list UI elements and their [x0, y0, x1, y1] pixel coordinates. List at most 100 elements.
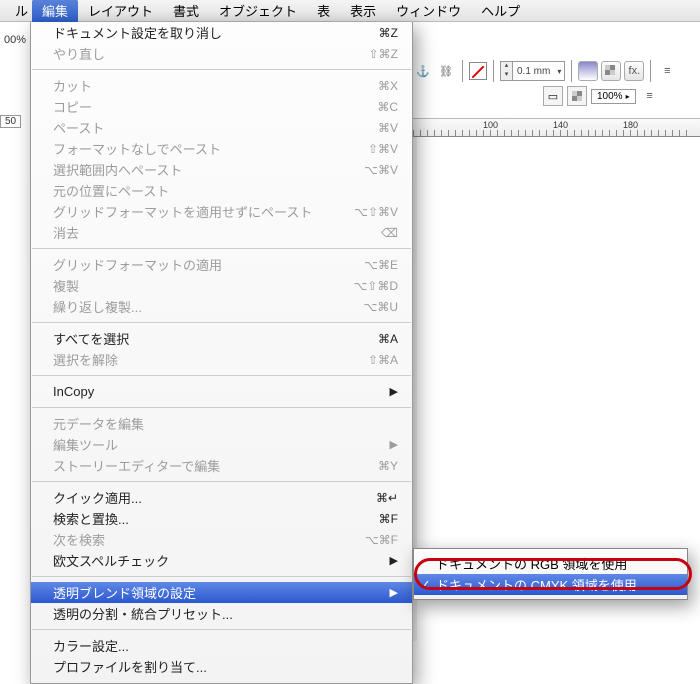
menu-shortcut: ⌥⌘U	[364, 300, 399, 314]
check-icon: ✓	[420, 577, 431, 593]
menu-item-label: 透明の分割・統合プリセット...	[53, 604, 398, 623]
menu-item[interactable]: 欧文スペルチェック ▶	[31, 550, 412, 571]
menu-item[interactable]: 検索と置換...⌘F	[31, 508, 412, 529]
menu-shortcut: ⇧⌘V	[368, 142, 398, 156]
menu-shortcut: ⇧⌘A	[368, 353, 398, 367]
menu-item: ペースト⌘V	[31, 117, 412, 138]
screen-mode-icon[interactable]: ▭	[543, 86, 563, 106]
menubar-tab-object[interactable]: オブジェクト	[209, 0, 307, 22]
options-bar-2: ▭ 100%▸ ≡	[543, 86, 660, 106]
menu-shortcut: ⌘F	[379, 512, 398, 526]
fill-swatch[interactable]	[469, 62, 487, 80]
menu-divider	[32, 69, 411, 70]
menu-item-label: カット	[53, 76, 378, 95]
gradient-icon[interactable]	[578, 61, 598, 81]
menubar-tab-table[interactable]: 表	[307, 0, 340, 22]
menu-item[interactable]: ドキュメント設定を取り消し⌘Z	[31, 22, 412, 43]
menubar-tab-window[interactable]: ウィンドウ	[386, 0, 471, 22]
menubar-tab-layout[interactable]: レイアウト	[78, 0, 163, 22]
fx-button[interactable]: fx.	[624, 61, 644, 81]
pattern-icon[interactable]	[601, 61, 621, 81]
edit-menu-dropdown: ドキュメント設定を取り消し⌘Zやり直し⇧⌘Zカット⌘Xコピー⌘Cペースト⌘Vフォ…	[30, 22, 413, 684]
panel-toggle-icon[interactable]: ≡	[640, 86, 660, 106]
transparency-blend-submenu: ドキュメントの RGB 領域を使用 ✓ ドキュメントの CMYK 領域を使用	[413, 548, 688, 600]
menu-shortcut: ⇧⌘Z	[369, 47, 398, 61]
menu-shortcut: ⌘C	[377, 100, 398, 114]
menu-item-label: プロファイルを割り当て...	[53, 657, 398, 676]
opacity-field[interactable]: 100%▸	[591, 89, 636, 104]
panel-menu-icon[interactable]: ≡	[657, 61, 677, 81]
menu-item[interactable]: カラー設定...	[31, 635, 412, 656]
horizontal-ruler: 100 140 180	[413, 118, 700, 137]
menu-item: 元の位置にペースト	[31, 180, 412, 201]
menubar-tab-edit[interactable]: 編集	[32, 0, 78, 22]
menu-item[interactable]: クイック適用...⌘↵	[31, 487, 412, 508]
menu-shortcut: ⌘X	[378, 79, 398, 93]
menu-item: コピー⌘C	[31, 96, 412, 117]
menu-shortcut: ⌥⇧⌘D	[353, 279, 398, 293]
stroke-weight-value: 0.1 mm	[513, 66, 554, 77]
menubar-tab-help[interactable]: ヘルプ	[471, 0, 530, 22]
menu-item: カット⌘X	[31, 75, 412, 96]
anchor-icon[interactable]: ⚓	[413, 61, 433, 81]
menu-shortcut: ⌫	[381, 226, 398, 240]
menu-item-label: 次を検索	[53, 530, 365, 549]
menu-item: 選択を解除⇧⌘A	[31, 349, 412, 370]
submenu-arrow-icon: ▶	[390, 554, 398, 567]
submenu-item[interactable]: ✓ ドキュメントの CMYK 領域を使用	[414, 574, 687, 595]
menu-item[interactable]: InCopy▶	[31, 381, 412, 402]
menubar-tab-format[interactable]: 書式	[163, 0, 209, 22]
menu-item[interactable]: すべてを選択⌘A	[31, 328, 412, 349]
menubar-tab-view[interactable]: 表示	[340, 0, 386, 22]
menu-item-label: カラー設定...	[53, 636, 398, 655]
submenu-arrow-icon: ▶	[390, 385, 398, 398]
menu-item: 複製⌥⇧⌘D	[31, 275, 412, 296]
menu-item: ストーリーエディターで編集⌘Y	[31, 455, 412, 476]
menu-shortcut: ⌥⌘V	[364, 163, 398, 177]
menu-item: やり直し⇧⌘Z	[31, 43, 412, 64]
menu-item-label: 選択を解除	[53, 350, 368, 369]
menu-shortcut: ⌥⌘E	[364, 258, 398, 272]
menu-divider	[32, 322, 411, 323]
submenu-arrow-icon: ▶	[390, 586, 398, 599]
menu-item[interactable]: プロファイルを割り当て...	[31, 656, 412, 677]
menu-item-label: 繰り返し複製...	[53, 297, 364, 316]
menu-item-label: 複製	[53, 276, 353, 295]
menu-item-label: グリッドフォーマットを適用せずにペースト	[53, 202, 354, 221]
menu-divider	[32, 576, 411, 577]
menu-item: 次を検索⌥⌘F	[31, 529, 412, 550]
menu-item-label: 消去	[53, 223, 381, 242]
menu-divider	[32, 407, 411, 408]
options-bar: ⚓ ⛓ ▴▾ 0.1 mm ▾ fx. ≡	[413, 60, 677, 82]
menu-divider	[32, 248, 411, 249]
menu-item: 消去⌫	[31, 222, 412, 243]
menu-item-label: 欧文スペルチェック	[53, 551, 386, 570]
menubar: ル 編集 レイアウト 書式 オブジェクト 表 表示 ウィンドウ ヘルプ	[0, 0, 700, 22]
menu-item-label: コピー	[53, 97, 377, 116]
left-number-field[interactable]: 50	[0, 115, 21, 128]
menu-item-label: ドキュメント設定を取り消し	[53, 23, 379, 42]
menu-shortcut: ⌘Y	[378, 459, 398, 473]
menu-item-label: クイック適用...	[53, 488, 376, 507]
menu-item-label: 元の位置にペースト	[53, 181, 398, 200]
chain-link-icon[interactable]: ⛓	[436, 61, 456, 81]
menu-item: 繰り返し複製...⌥⌘U	[31, 296, 412, 317]
transparency-grid-icon[interactable]	[567, 86, 587, 106]
menu-item-label: ペースト	[53, 118, 378, 137]
zoom-left-label: 00%	[0, 30, 30, 50]
ruler-tick: 100	[483, 120, 498, 130]
menu-item-label: すべてを選択	[53, 329, 378, 348]
stroke-weight-field[interactable]: ▴▾ 0.1 mm ▾	[500, 61, 565, 81]
menu-item-label: 選択範囲内へペースト	[53, 160, 364, 179]
menu-item[interactable]: 透明の分割・統合プリセット...	[31, 603, 412, 624]
menu-item[interactable]: 透明ブレンド領域の設定 ▶	[31, 582, 412, 603]
menu-shortcut: ⌘Z	[379, 26, 398, 40]
menu-shortcut: ⌥⌘F	[365, 533, 398, 547]
menu-shortcut: ⌘A	[378, 332, 398, 346]
submenu-item-label: ドキュメントの CMYK 領域を使用	[436, 575, 637, 594]
menu-item: 元データを編集	[31, 413, 412, 434]
menu-item-label: 透明ブレンド領域の設定	[53, 583, 386, 602]
menu-item-label: グリッドフォーマットの適用	[53, 255, 364, 274]
submenu-item[interactable]: ドキュメントの RGB 領域を使用	[414, 553, 687, 574]
menu-divider	[32, 375, 411, 376]
